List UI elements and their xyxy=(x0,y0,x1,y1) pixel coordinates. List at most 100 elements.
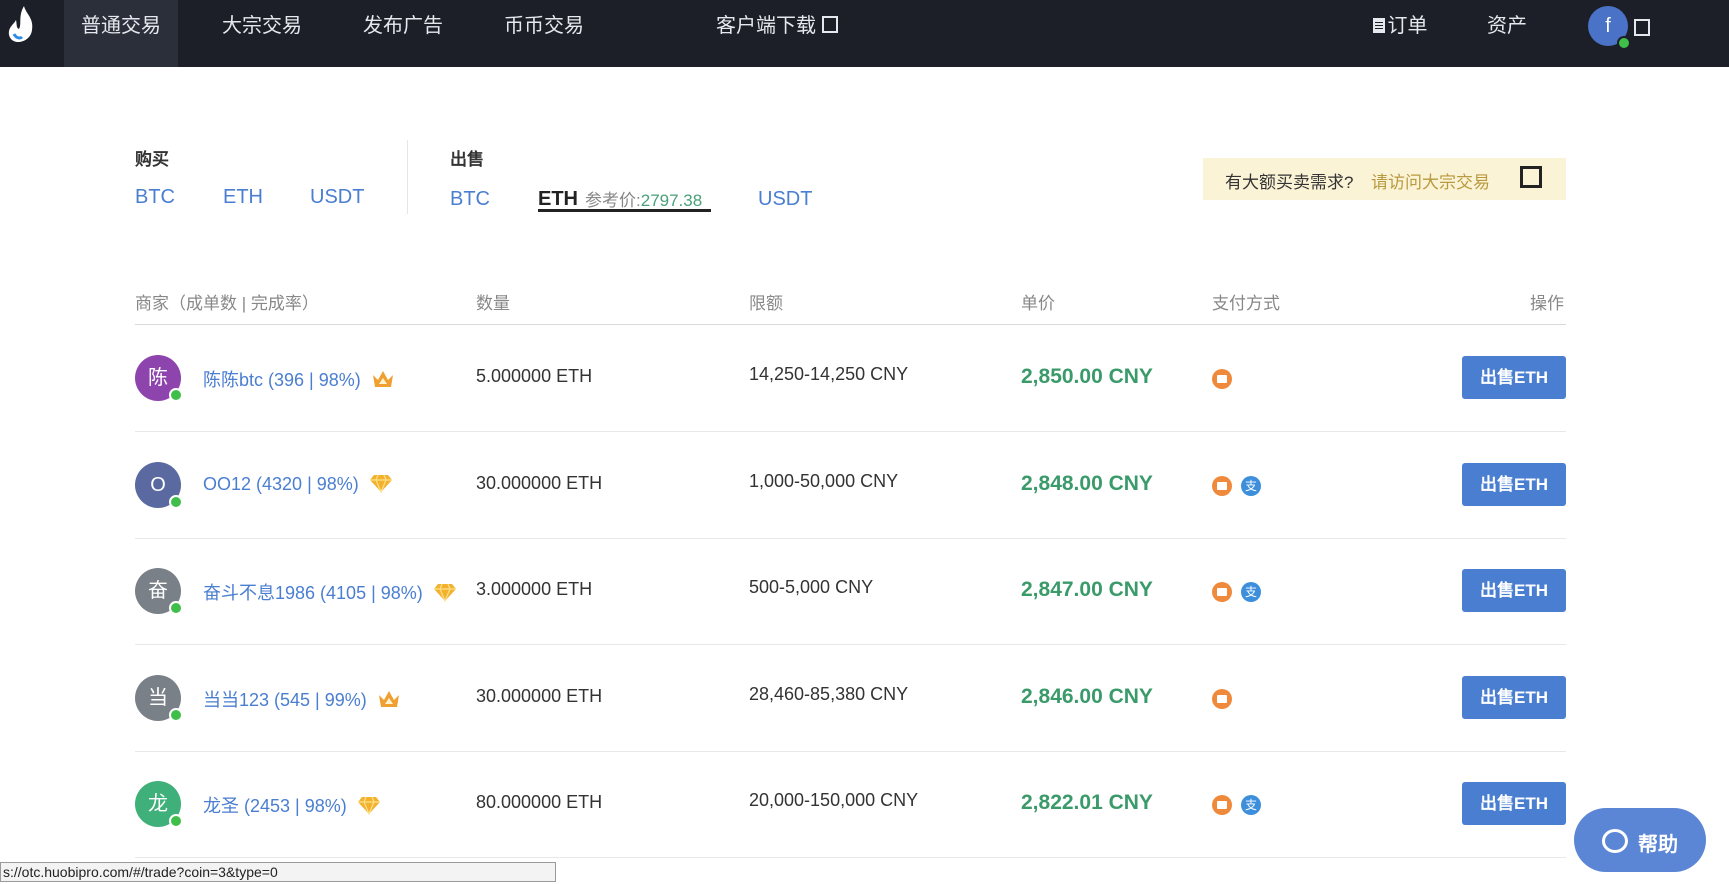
tab-divider xyxy=(407,140,408,214)
crown-badge-icon xyxy=(371,369,395,394)
merchant-name[interactable]: 龙圣 (2453 | 98%) xyxy=(203,792,381,820)
col-price: 单价 xyxy=(1021,294,1055,313)
payment-methods: 支 xyxy=(1212,795,1270,815)
col-quantity: 数量 xyxy=(476,294,510,313)
huobi-logo-icon[interactable] xyxy=(4,4,40,44)
merchant-avatar[interactable]: 陈 xyxy=(135,355,183,402)
bank-card-icon xyxy=(1212,369,1232,389)
help-label: 帮助 xyxy=(1638,834,1678,856)
table-row: 陈 陈陈btc (396 | 98%) 5.000000 ETH 14,250-14,… xyxy=(135,325,1566,432)
table-row: 龙 龙圣 (2453 | 98%) 80.000000 ETH 20,000-150,… xyxy=(135,751,1566,858)
merchant-name[interactable]: OO12 (4320 | 98%) xyxy=(203,473,393,498)
merchant-name-text: OO12 (4320 | 98%) xyxy=(203,473,359,494)
nav-block-trade[interactable]: 大宗交易 xyxy=(205,0,319,67)
banner-link[interactable]: 请访问大宗交易 xyxy=(1371,168,1490,193)
nav-assets[interactable]: 资产 xyxy=(1480,0,1534,67)
sell-eth-button[interactable]: 出售ETH xyxy=(1462,462,1566,506)
user-avatar[interactable]: f xyxy=(1588,6,1631,50)
col-limit: 限额 xyxy=(749,294,783,313)
online-status-dot xyxy=(169,814,183,828)
tab-buy-usdt[interactable]: USDT xyxy=(310,186,364,209)
payment-methods: 支 xyxy=(1212,582,1270,602)
user-menu-icon[interactable] xyxy=(1634,19,1650,36)
diamond-badge-icon xyxy=(357,795,381,820)
table-row: 奋 奋斗不息1986 (4105 | 98%) 3.000000 ETH 500-5,… xyxy=(135,538,1566,645)
merchant-avatar[interactable]: 当 xyxy=(135,674,183,722)
merchant-name[interactable]: 奋斗不息1986 (4105 | 98%) xyxy=(203,579,457,607)
reference-price-value: 2797.38 xyxy=(640,191,703,210)
limit-cell: 20,000-150,000 CNY xyxy=(749,790,919,810)
merchant-avatar[interactable]: O xyxy=(135,461,183,509)
merchant-name-text: 奋斗不息1986 (4105 | 98%) xyxy=(203,583,423,603)
tab-sell-usdt[interactable]: USDT xyxy=(758,188,812,211)
alipay-icon: 支 xyxy=(1241,582,1261,602)
bank-card-icon xyxy=(1212,475,1232,496)
price-cell: 2,846.00 CNY xyxy=(1021,684,1153,708)
price-cell: 2,848.00 CNY xyxy=(1021,471,1153,495)
alipay-icon: 支 xyxy=(1241,795,1261,815)
merchant-avatar-letter: 陈 xyxy=(148,367,168,389)
limit-cell: 500-5,000 CNY xyxy=(749,577,874,597)
crown-badge-icon xyxy=(377,689,401,714)
nav-coin-trade[interactable]: 币币交易 xyxy=(487,0,601,67)
quantity-cell: 30.000000 ETH xyxy=(476,472,603,493)
merchant-avatar-letter: 奋 xyxy=(148,580,168,602)
external-icon xyxy=(822,16,838,33)
diamond-badge-icon xyxy=(369,473,393,498)
merchant-name-text: 当当123 (545 | 99%) xyxy=(203,689,367,710)
bank-card-icon xyxy=(1212,688,1232,709)
status-bar-url: s://otc.huobipro.com/#/trade?coin=3&type… xyxy=(0,862,556,882)
buy-group-label: 购买 xyxy=(135,150,169,169)
limit-cell: 14,250-14,250 CNY xyxy=(749,364,909,384)
merchant-avatar-letter: O xyxy=(150,473,166,496)
online-status-dot xyxy=(1617,36,1631,50)
col-action: 操作 xyxy=(1530,294,1564,313)
merchant-name[interactable]: 当当123 (545 | 99%) xyxy=(203,686,401,714)
merchant-name[interactable]: 陈陈btc (396 | 98%) xyxy=(203,366,395,394)
online-status-dot xyxy=(169,601,183,615)
merchant-avatar[interactable]: 奋 xyxy=(135,568,183,615)
sell-group-label: 出售 xyxy=(450,150,484,169)
sell-eth-button[interactable]: 出售ETH xyxy=(1462,569,1566,612)
nav-normal-trade[interactable]: 普通交易 xyxy=(64,0,178,67)
sell-eth-button[interactable]: 出售ETH xyxy=(1462,356,1566,399)
bank-card-icon xyxy=(1212,582,1232,602)
online-status-dot xyxy=(169,707,183,722)
quantity-cell: 3.000000 ETH xyxy=(476,579,593,599)
payment-methods xyxy=(1212,688,1241,709)
help-button[interactable]: 帮助 xyxy=(1574,808,1706,872)
sell-eth-button[interactable]: 出售ETH xyxy=(1462,675,1566,719)
col-payment: 支付方式 xyxy=(1212,294,1280,313)
quantity-cell: 5.000000 ETH xyxy=(476,366,593,386)
nav-post-ad[interactable]: 发布广告 xyxy=(346,0,460,67)
banner-text: 有大额买卖需求? xyxy=(1225,173,1354,192)
payment-methods xyxy=(1212,369,1241,389)
tab-buy-btc[interactable]: BTC xyxy=(135,186,175,209)
sell-eth-button[interactable]: 出售ETH xyxy=(1462,782,1566,825)
nav-orders[interactable]: 订单 xyxy=(1360,0,1440,67)
chat-bubble-icon xyxy=(1602,829,1628,853)
nav-client-download-label: 客户端下载 xyxy=(716,15,816,37)
merchant-name-text: 陈陈btc (396 | 98%) xyxy=(203,370,361,390)
nav-client-download[interactable]: 客户端下载 xyxy=(706,0,848,67)
tab-sell-eth[interactable]: ETH xyxy=(538,188,578,211)
limit-cell: 1,000-50,000 CNY xyxy=(749,470,899,491)
price-cell: 2,822.01 CNY xyxy=(1021,791,1153,814)
user-avatar-letter: f xyxy=(1605,15,1611,37)
tab-sell-btc[interactable]: BTC xyxy=(450,188,490,211)
price-cell: 2,847.00 CNY xyxy=(1021,578,1153,601)
merchant-name-text: 龙圣 (2453 | 98%) xyxy=(203,796,347,816)
payment-methods: 支 xyxy=(1212,475,1270,496)
banner-close-icon[interactable] xyxy=(1520,166,1542,188)
merchant-avatar[interactable]: 龙 xyxy=(135,781,183,828)
price-cell: 2,850.00 CNY xyxy=(1021,365,1153,388)
online-status-dot xyxy=(169,388,183,402)
active-tab-underline xyxy=(538,209,711,212)
block-trade-banner: 有大额买卖需求? 请访问大宗交易 xyxy=(1203,158,1566,200)
col-merchant: 商家（成单数 | 完成率） xyxy=(135,294,319,313)
table-row: O OO12 (4320 | 98%) 30.000000 ETH 1,000-50,… xyxy=(135,432,1566,539)
merchant-avatar-letter: 龙 xyxy=(148,793,168,815)
quantity-cell: 30.000000 ETH xyxy=(476,685,603,706)
tab-buy-eth[interactable]: ETH xyxy=(223,186,263,209)
orders-icon xyxy=(1372,18,1385,33)
